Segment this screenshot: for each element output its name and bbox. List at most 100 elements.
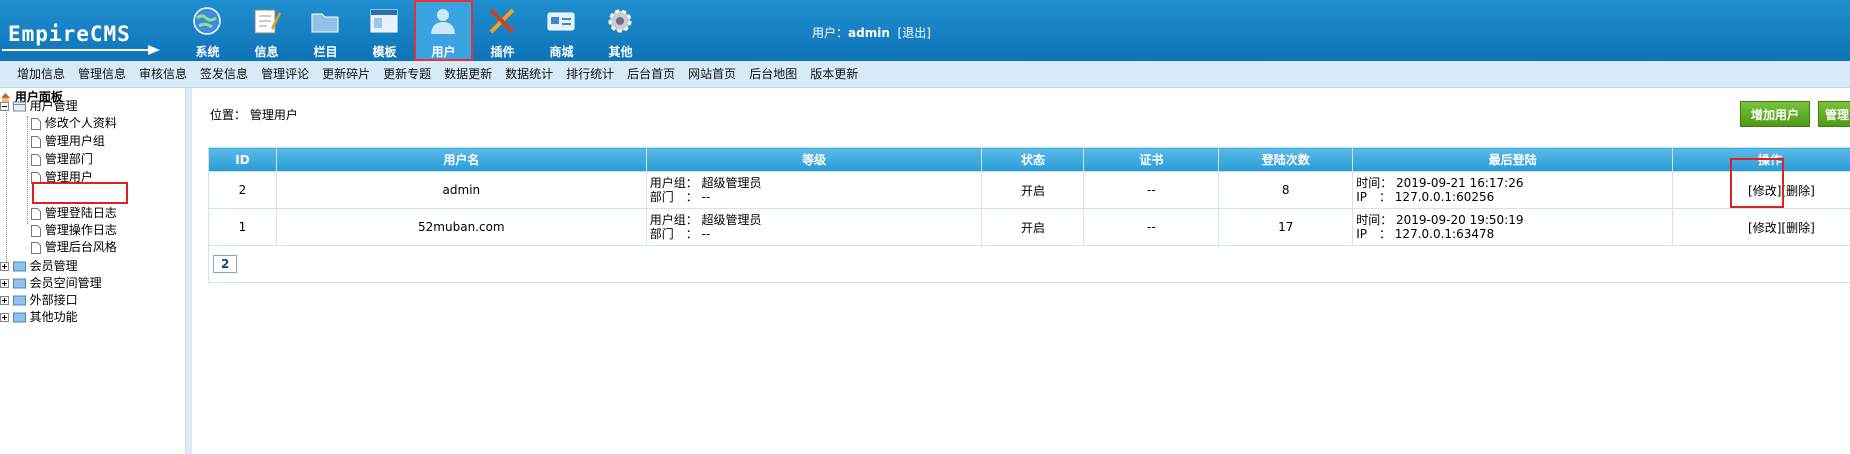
globe-icon bbox=[193, 7, 221, 35]
tools-icon bbox=[489, 8, 515, 34]
tree-item-operation-logs[interactable]: 管理操作日志 bbox=[31, 222, 117, 239]
tree-guide-line bbox=[27, 116, 28, 224]
quick-menu: 增加信息 管理信息 审核信息 签发信息 管理评论 更新碎片 更新专题 数据更新 … bbox=[0, 61, 1850, 88]
nav-template[interactable]: 模板 bbox=[355, 0, 414, 61]
folder-icon bbox=[12, 278, 26, 289]
quick-admin-home[interactable]: 后台首页 bbox=[627, 61, 675, 87]
quick-data-update[interactable]: 数据更新 bbox=[444, 61, 492, 87]
table-header-row: ID 用户名 等级 状态 证书 登陆次数 最后登陆 操作 bbox=[208, 147, 1850, 172]
table-row: 1 52muban.com 用户组： 超级管理员 部门 ： -- 开启 -- 17… bbox=[208, 208, 1850, 246]
notepad-icon bbox=[254, 9, 281, 34]
cell-status: 开启 bbox=[981, 208, 1085, 246]
expand-plus-icon[interactable] bbox=[0, 279, 9, 288]
main-content: 位置： 管理用户 增加用户 管理 ID 用户名 等级 状态 证书 登陆次数 最后… bbox=[192, 88, 1850, 454]
cell-last-login: 时间： 2019-09-21 16:17:26 IP ： 127.0.0.1:60… bbox=[1352, 171, 1674, 209]
breadcrumb: 位置： 管理用户 bbox=[210, 108, 298, 122]
logout-link[interactable]: [退出] bbox=[898, 26, 931, 40]
tree-item-departments[interactable]: 管理部门 bbox=[31, 151, 93, 168]
manage-button[interactable]: 管理 bbox=[1818, 101, 1850, 127]
collapse-minus-icon[interactable] bbox=[0, 102, 9, 111]
col-username[interactable]: 用户名 bbox=[275, 147, 647, 172]
cell-level: 用户组： 超级管理员 部门 ： -- bbox=[645, 171, 983, 209]
window-icon bbox=[370, 9, 398, 33]
tree-item-edit-profile[interactable]: 修改个人资料 bbox=[31, 115, 117, 132]
expand-plus-icon[interactable] bbox=[0, 313, 9, 322]
folder-icon bbox=[311, 13, 339, 33]
top-header: EmpireCMS 系统 信息 栏目 模板 用户 插件 商城 其他 用户：adm… bbox=[0, 0, 1850, 61]
col-level: 等级 bbox=[645, 147, 983, 172]
page-icon bbox=[31, 135, 41, 148]
folder-icon bbox=[12, 312, 26, 323]
nav-mall[interactable]: 商城 bbox=[532, 0, 591, 61]
user-icon bbox=[431, 9, 455, 34]
page-icon bbox=[31, 241, 41, 254]
quick-manage-info[interactable]: 管理信息 bbox=[78, 61, 126, 87]
nav-other[interactable]: 其他 bbox=[591, 0, 650, 61]
cell-cert: -- bbox=[1083, 171, 1220, 209]
page-number[interactable]: 2 bbox=[213, 255, 238, 273]
page-icon bbox=[31, 207, 41, 220]
page-icon bbox=[31, 224, 41, 237]
actions-highlight bbox=[1730, 158, 1784, 208]
quick-admin-map[interactable]: 后台地图 bbox=[749, 61, 797, 87]
quick-version-update[interactable]: 版本更新 bbox=[810, 61, 858, 87]
tree-group-other-functions[interactable]: 其他功能 bbox=[0, 309, 78, 326]
cell-login-count: 8 bbox=[1218, 171, 1354, 209]
col-last-login[interactable]: 最后登陆 bbox=[1352, 147, 1674, 172]
pagination-cell: 2 bbox=[208, 245, 1850, 283]
page-icon bbox=[31, 153, 41, 166]
nav-plugin[interactable]: 插件 bbox=[473, 0, 532, 61]
breadcrumb-current[interactable]: 管理用户 bbox=[250, 108, 298, 122]
expand-plus-icon[interactable] bbox=[0, 262, 9, 271]
current-username: admin bbox=[848, 26, 890, 40]
quick-manage-comments[interactable]: 管理评论 bbox=[261, 61, 309, 87]
table-row: 2 admin 用户组： 超级管理员 部门 ： -- 开启 -- 8 时间： 20… bbox=[208, 171, 1850, 209]
logo-arrow-icon bbox=[2, 45, 160, 55]
tree-group-member-space[interactable]: 会员空间管理 bbox=[0, 275, 102, 292]
gear-icon bbox=[608, 9, 632, 33]
users-table: ID 用户名 等级 状态 证书 登陆次数 最后登陆 操作 2 admin 用户组… bbox=[208, 147, 1850, 283]
open-folder-icon bbox=[12, 101, 26, 112]
sidebar-tree: 用户面板 用户管理 修改个人资料 管理用户组 管理部门 管理用户 管理登陆日志 … bbox=[0, 88, 186, 454]
tree-group-user-manage[interactable]: 用户管理 bbox=[0, 98, 78, 115]
quick-update-fragments[interactable]: 更新碎片 bbox=[322, 61, 370, 87]
col-cert: 证书 bbox=[1083, 147, 1220, 172]
quick-sign-info[interactable]: 签发信息 bbox=[200, 61, 248, 87]
tree-group-external-api[interactable]: 外部接口 bbox=[0, 292, 78, 309]
logo-text: EmpireCMS bbox=[8, 22, 131, 46]
cell-username: admin bbox=[275, 171, 647, 209]
col-id[interactable]: ID bbox=[208, 147, 277, 172]
nav-system[interactable]: 系统 bbox=[178, 0, 237, 61]
nav-column[interactable]: 栏目 bbox=[296, 0, 355, 61]
page-icon bbox=[31, 117, 41, 130]
add-user-button[interactable]: 增加用户 bbox=[1740, 101, 1811, 127]
cell-level: 用户组： 超级管理员 部门 ： -- bbox=[645, 208, 983, 246]
quick-data-stats[interactable]: 数据统计 bbox=[505, 61, 553, 87]
delete-user-link[interactable]: [删除] bbox=[1781, 221, 1814, 235]
tree-item-admin-styles[interactable]: 管理后台风格 bbox=[31, 239, 117, 256]
expand-plus-icon[interactable] bbox=[0, 296, 9, 305]
cell-status: 开启 bbox=[981, 171, 1085, 209]
top-nav: 系统 信息 栏目 模板 用户 插件 商城 其他 bbox=[178, 0, 650, 61]
edit-user-link[interactable]: [修改] bbox=[1748, 221, 1781, 235]
quick-add-info[interactable]: 增加信息 bbox=[17, 61, 65, 87]
delete-user-link[interactable]: [删除] bbox=[1781, 184, 1814, 198]
cell-id: 1 bbox=[208, 208, 277, 246]
selected-item-highlight bbox=[32, 182, 128, 204]
tree-item-user-groups[interactable]: 管理用户组 bbox=[31, 133, 105, 150]
quick-site-home[interactable]: 网站首页 bbox=[688, 61, 736, 87]
cell-actions: [修改][删除] bbox=[1672, 208, 1850, 246]
cell-login-count: 17 bbox=[1218, 208, 1354, 246]
quick-update-topics[interactable]: 更新专题 bbox=[383, 61, 431, 87]
quick-check-info[interactable]: 审核信息 bbox=[139, 61, 187, 87]
cell-last-login: 时间： 2019-09-20 19:50:19 IP ： 127.0.0.1:63… bbox=[1352, 208, 1674, 246]
empirecms-logo[interactable]: EmpireCMS bbox=[2, 18, 167, 55]
pagination-row: 2 bbox=[208, 245, 1850, 283]
quick-rank-stats[interactable]: 排行统计 bbox=[566, 61, 614, 87]
col-login-count[interactable]: 登陆次数 bbox=[1218, 147, 1354, 172]
nav-info[interactable]: 信息 bbox=[237, 0, 296, 61]
nav-user[interactable]: 用户 bbox=[414, 0, 473, 61]
user-info: 用户：admin [退出] bbox=[812, 26, 931, 40]
tree-group-member-manage[interactable]: 会员管理 bbox=[0, 258, 78, 275]
tree-item-login-logs[interactable]: 管理登陆日志 bbox=[31, 205, 117, 222]
